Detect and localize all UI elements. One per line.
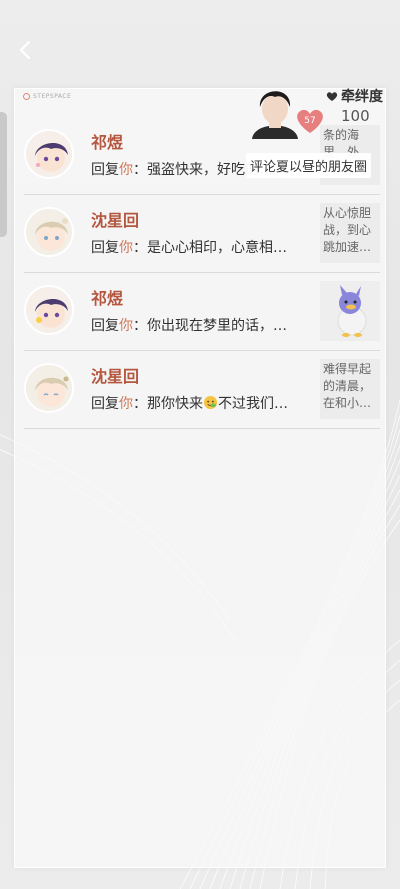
list-item[interactable]: 沈星回 回复你：是心心相印，心意相… 从心惊胆战，到心跳加速… xyxy=(24,195,380,273)
brand-dot-icon xyxy=(23,93,30,100)
sender-name: 祁煜 xyxy=(91,133,124,152)
avatar[interactable] xyxy=(24,285,74,335)
reply-content: ：是心心相印，心意相… xyxy=(133,240,287,256)
penguin-plush-icon xyxy=(320,281,380,341)
reply-target: 你 xyxy=(119,240,133,256)
post-thumbnail[interactable] xyxy=(320,281,380,341)
heart-level-badge: 57 xyxy=(297,109,323,133)
reply-prefix: 回复 xyxy=(91,240,119,256)
reply-prefix: 回复 xyxy=(91,318,119,334)
reply-content: ：你出现在梦里的话，… xyxy=(133,318,287,334)
back-button[interactable] xyxy=(14,38,38,62)
sender-name: 沈星回 xyxy=(91,211,140,230)
reply-content: ：那你快来 xyxy=(133,396,203,412)
reply-prefix: 回复 xyxy=(91,162,119,178)
reply-prefix: 回复 xyxy=(91,396,119,412)
reply-target: 你 xyxy=(119,396,133,412)
bond-value: 100 xyxy=(341,107,370,125)
heart-icon xyxy=(326,91,338,101)
sender-name: 沈星回 xyxy=(91,367,140,386)
reply-text: 回复你：你出现在梦里的话，… xyxy=(91,315,316,335)
comment-tooltip: 评论夏以昼的朋友圈 xyxy=(246,153,372,178)
reply-target: 你 xyxy=(119,162,133,178)
bond-title: 牵绊度 xyxy=(326,86,383,106)
reply-text: 回复你：是心心相印，心意相… xyxy=(91,237,316,257)
avatar[interactable] xyxy=(24,207,74,257)
post-thumbnail[interactable]: 难得早起的清晨，在和小… xyxy=(320,359,380,419)
reply-text: 回复你：那你快来 不过我们… xyxy=(91,393,316,413)
brand-logo: STEPSPACE xyxy=(23,93,71,100)
side-handle[interactable] xyxy=(0,112,7,237)
post-thumbnail[interactable]: 从心惊胆战，到心跳加速… xyxy=(320,203,380,263)
list-item[interactable]: 祁煜 回复你：你出现在梦里的话，… xyxy=(24,273,380,351)
smiling-emoji-icon xyxy=(203,395,218,410)
bond-card[interactable]: 57 牵绊度 100 xyxy=(238,77,400,152)
reply-target: 你 xyxy=(119,318,133,334)
list-item[interactable]: 沈星回 回复你：那你快来 不过我们… 难得早起的清晨，在和小… xyxy=(24,351,380,429)
sender-name: 祁煜 xyxy=(91,289,124,308)
reply-content-end: 不过我们… xyxy=(218,396,288,412)
bond-title-text: 牵绊度 xyxy=(341,89,383,105)
svg-text:57: 57 xyxy=(304,116,315,126)
avatar[interactable] xyxy=(24,363,74,413)
avatar[interactable] xyxy=(24,129,74,179)
brand-text: STEPSPACE xyxy=(33,93,72,100)
